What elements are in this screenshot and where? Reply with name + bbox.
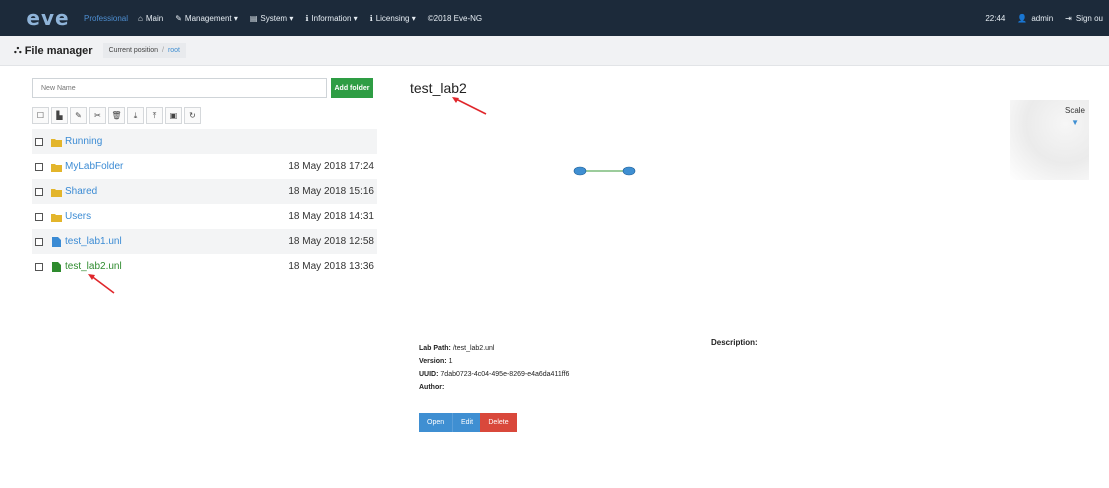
row-checkbox[interactable]: [35, 187, 43, 196]
file-list: Running MyLabFolder 18 May 2018 17:24 Share…: [32, 129, 377, 279]
export-icon[interactable]: ⤓: [127, 107, 144, 124]
annotation-arrow-file: [88, 274, 115, 294]
edit-icon[interactable]: ✎: [70, 107, 87, 124]
file-name[interactable]: test_lab2.unl: [65, 261, 122, 272]
file-icon: [52, 261, 61, 272]
import-icon[interactable]: ⤒: [146, 107, 163, 124]
save-icon[interactable]: ▣: [165, 107, 182, 124]
delete-icon[interactable]: 🗑: [108, 107, 125, 124]
scale-control[interactable]: Scale ▼: [1010, 100, 1089, 180]
uuid-line: UUID: 7dab0723-4c04-495e-8269-e4a6da411f…: [419, 371, 570, 378]
nav-item-3[interactable]: ℹ Information ▾: [305, 14, 357, 23]
page-header: ⛬ File manager Current position / root: [0, 36, 1109, 66]
lab-info: Lab Path: /test_lab2.unl Version: 1 UUID…: [419, 342, 569, 394]
nav-label: Main: [145, 13, 164, 23]
chevron-down-icon[interactable]: ▼: [1071, 118, 1079, 127]
file-date: 18 May 2018 13:36: [288, 261, 374, 272]
top-navbar: eve Professional ⌂ Main ✎ Management ▾ ▤ Syst…: [0, 0, 1109, 36]
router-node-icon: [622, 166, 636, 176]
description-label: Description:: [711, 338, 758, 347]
lab-path-line: Lab Path: /test_lab2.unl: [419, 345, 495, 352]
row-checkbox[interactable]: [35, 137, 43, 146]
file-toolbar: ☐ ▙ ✎ ✂ 🗑 ⤓ ⤒ ▣ ↻: [32, 107, 377, 124]
file-row[interactable]: test_lab2.unl 18 May 2018 13:36: [32, 254, 377, 279]
clock: 22:44: [985, 13, 1006, 23]
home-icon: ⌂: [138, 13, 143, 23]
folder-icon: [51, 163, 62, 172]
author-line: Author:: [419, 384, 445, 391]
cut-icon[interactable]: ✂: [89, 107, 106, 124]
lab-actions: Open Edit Delete: [419, 413, 517, 432]
nav-label: System ▾: [260, 13, 294, 23]
nav-label: Information ▾: [311, 13, 358, 23]
scale-label: Scale: [1064, 106, 1085, 115]
file-name[interactable]: Running: [65, 136, 102, 147]
file-row[interactable]: MyLabFolder 18 May 2018 17:24: [32, 154, 377, 179]
delete-button[interactable]: Delete: [480, 413, 517, 432]
file-name[interactable]: MyLabFolder: [65, 161, 123, 172]
nav-item-2[interactable]: ▤ System ▾: [250, 14, 293, 23]
nav-label: Management ▾: [184, 13, 238, 23]
refresh-icon[interactable]: ↻: [184, 107, 201, 124]
signout-link[interactable]: ⇥ Sign ou: [1065, 14, 1103, 23]
file-date: 18 May 2018 15:16: [288, 186, 374, 197]
file-date: 18 May 2018 14:31: [288, 211, 374, 222]
file-row[interactable]: Shared 18 May 2018 15:16: [32, 179, 377, 204]
row-checkbox[interactable]: [35, 237, 43, 246]
edition-label: Professional: [84, 13, 129, 23]
file-icon: [52, 236, 61, 247]
folder-icon: [51, 138, 62, 147]
file-name[interactable]: Users: [65, 211, 91, 222]
row-checkbox[interactable]: [35, 262, 43, 271]
folder-icon: [51, 188, 62, 197]
eve-logo[interactable]: eve: [20, 0, 76, 36]
version-line: Version: 1: [419, 358, 453, 365]
hdd-icon: ▤: [249, 13, 258, 23]
user-icon: 👤: [1017, 13, 1028, 23]
nav-item-4[interactable]: ℹ Licensing ▾: [370, 14, 416, 23]
wrench-icon: ✎: [175, 13, 182, 23]
annotation-arrow-title: [452, 97, 487, 115]
copyright-text: ©2018 Eve-NG: [427, 13, 483, 23]
new-file-icon[interactable]: ▙: [51, 107, 68, 124]
select-all-icon[interactable]: ☐: [32, 107, 49, 124]
sitemap-icon: ⛬: [14, 44, 22, 56]
new-name-input[interactable]: [32, 78, 327, 98]
add-folder-button[interactable]: Add folder: [331, 78, 373, 98]
open-button[interactable]: Open: [419, 413, 452, 432]
router-node-icon: [573, 166, 587, 176]
file-date: 18 May 2018 12:58: [288, 236, 374, 247]
user-menu[interactable]: 👤 admin: [1017, 14, 1053, 23]
topology-preview[interactable]: [570, 162, 640, 178]
info-icon: ℹ: [305, 13, 309, 23]
breadcrumb-separator: /: [161, 47, 164, 54]
file-row[interactable]: Users 18 May 2018 14:31: [32, 204, 377, 229]
file-name[interactable]: test_lab1.unl: [65, 236, 122, 247]
breadcrumb-root[interactable]: root: [168, 47, 180, 54]
edit-button[interactable]: Edit: [452, 413, 480, 432]
row-checkbox[interactable]: [35, 212, 43, 221]
nav-label: Licensing ▾: [375, 13, 416, 23]
file-panel: Add folder ☐▙✎✂🗑⤓⤒▣↻ Running MyLabFolder 1…: [32, 78, 377, 279]
folder-icon: [51, 213, 62, 222]
nav-item-0[interactable]: ⌂ Main: [138, 14, 163, 23]
file-name[interactable]: Shared: [65, 186, 97, 197]
breadcrumb-label: Current position: [108, 47, 158, 54]
page-title: ⛬ File manager: [14, 44, 93, 57]
file-row[interactable]: test_lab1.unl 18 May 2018 12:58: [32, 229, 377, 254]
row-checkbox[interactable]: [35, 162, 43, 171]
lab-title: test_lab2: [410, 80, 467, 96]
file-date: 18 May 2018 17:24: [288, 161, 374, 172]
breadcrumb: Current position / root: [102, 43, 186, 58]
nav-item-1[interactable]: ✎ Management ▾: [175, 14, 238, 23]
file-row[interactable]: Running: [32, 129, 377, 154]
signout-icon: ⇥: [1065, 13, 1072, 23]
info-icon: ℹ: [369, 13, 373, 23]
